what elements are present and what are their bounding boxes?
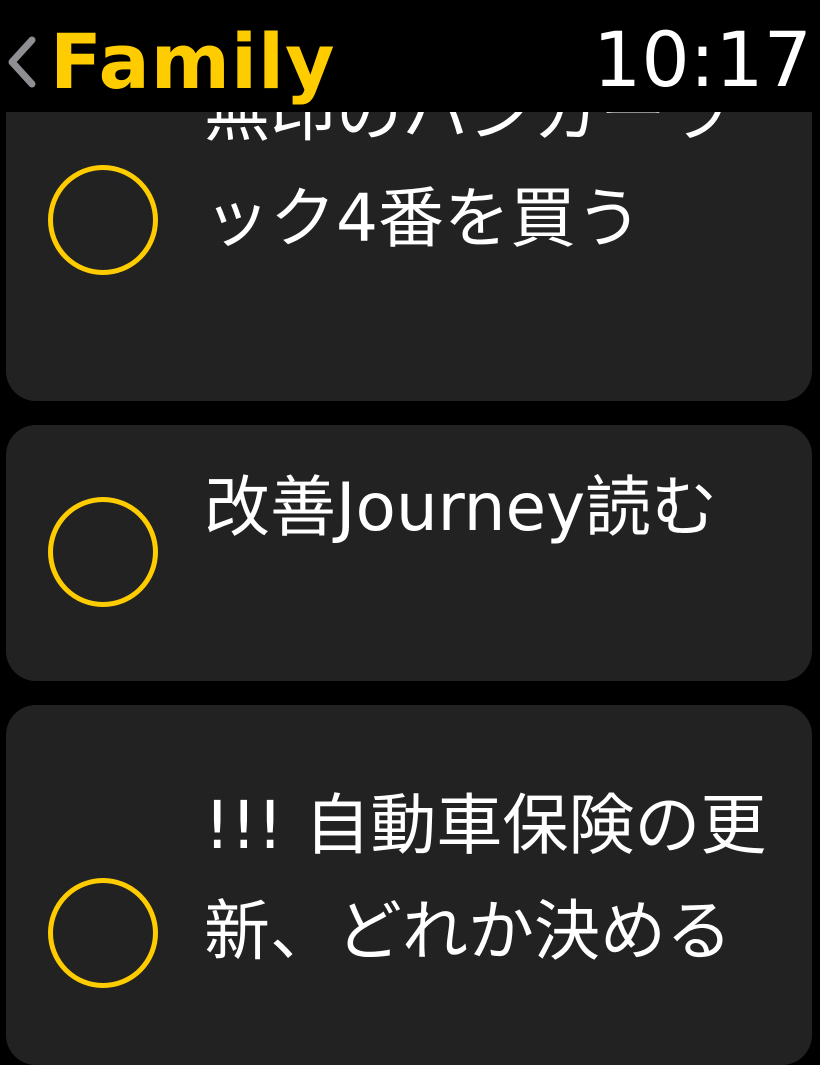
navigation-bar: Family 10:17 (0, 0, 820, 112)
reminders-list[interactable]: 無印のハンガーラック4番を買う 改善Journey読む !!! 自動車保険の更新… (0, 0, 820, 1065)
reminder-title: !!! 自動車保険の更新、どれか決める (204, 787, 767, 970)
reminder-item[interactable]: 改善Journey読む (6, 425, 812, 681)
reminder-item[interactable]: !!! 自動車保険の更新、どれか決める (6, 705, 812, 1065)
empty-circle-icon[interactable] (48, 497, 158, 607)
clock: 10:17 (592, 15, 812, 104)
list-title: Family (50, 17, 336, 106)
empty-circle-icon[interactable] (48, 878, 158, 988)
reminder-title: 改善Journey読む (204, 469, 718, 546)
back-button[interactable]: Family (4, 24, 336, 100)
chevron-left-icon (8, 36, 36, 88)
empty-circle-icon[interactable] (48, 165, 158, 275)
